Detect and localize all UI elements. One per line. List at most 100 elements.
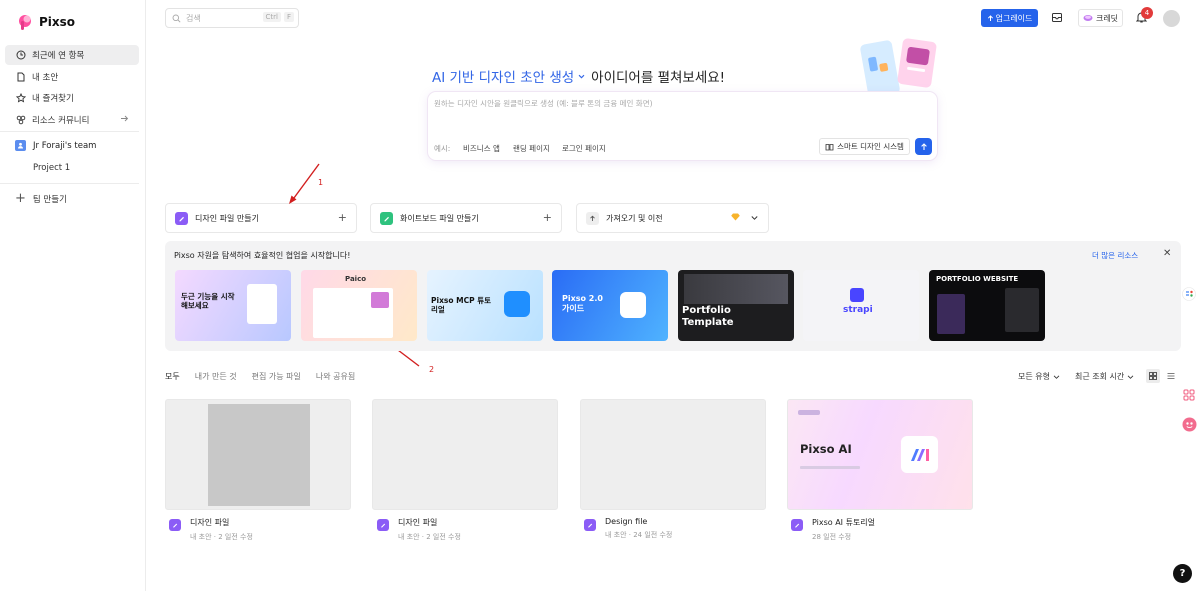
resource-card[interactable]: Paico xyxy=(301,270,417,341)
search-shortcut: Ctrl F xyxy=(262,12,294,22)
whiteboard-icon xyxy=(380,211,393,225)
file-text: Pixso AI 튜토리얼 28 일전 수정 xyxy=(812,517,875,542)
import-button[interactable]: 가져오기 및 이전 xyxy=(576,203,769,233)
resource-card-title: strapi xyxy=(843,305,873,315)
upgrade-button[interactable]: 업그레이드 xyxy=(981,9,1038,27)
credit-button[interactable]: 크레딧 xyxy=(1078,9,1123,27)
close-icon[interactable]: ✕ xyxy=(1163,248,1171,259)
file-item[interactable]: 디자인 파일 내 초안 · 2 일전 수정 xyxy=(377,517,461,542)
create-whiteboard-button[interactable]: 화이트보드 파일 만들기 + xyxy=(370,203,562,233)
file-meta: 내 초안 · 2 일전 수정 xyxy=(398,533,461,541)
sidebar-item-drafts[interactable]: 내 초안 xyxy=(5,67,139,87)
file-item[interactable]: Pixso AI 튜토리얼 28 일전 수정 xyxy=(791,517,875,542)
create-design-file-button[interactable]: 디자인 파일 만들기 + xyxy=(165,203,357,233)
grid-apps-icon[interactable] xyxy=(1181,387,1197,403)
grid-view-icon[interactable] xyxy=(1146,369,1160,383)
chevron-down-icon[interactable] xyxy=(750,214,759,224)
help-button[interactable]: ? xyxy=(1173,564,1192,583)
google-extension-icon[interactable] xyxy=(1181,286,1197,302)
file-name: Design file xyxy=(605,517,648,526)
resource-card-image xyxy=(937,294,965,334)
design-file-icon xyxy=(175,211,188,225)
hero-title: AI 기반 디자인 초안 생성 아이디어를 펼쳐보세요! xyxy=(432,66,725,86)
sidebar: Pixso 최근에 연 항목 내 초안 내 즐겨찾기 리소스 커뮤니티 Jr F… xyxy=(0,0,146,591)
tab-all[interactable]: 모두 xyxy=(165,371,180,382)
import-icon xyxy=(586,211,599,225)
inbox-icon[interactable] xyxy=(1050,10,1064,24)
sidebar-item-recent[interactable]: 최근에 연 항목 xyxy=(5,45,139,65)
annotation-label: 1 xyxy=(318,178,324,187)
annotation-arrow xyxy=(290,163,320,203)
file-name: 디자인 파일 xyxy=(190,518,230,527)
pixso-logo[interactable]: Pixso xyxy=(16,13,75,31)
sidebar-item-label: 최근에 연 항목 xyxy=(32,51,85,61)
community-icon xyxy=(15,114,26,125)
pixso-ai-icon xyxy=(901,436,938,473)
file-thumbnail[interactable] xyxy=(372,399,558,510)
file-meta: 내 초안 · 24 일전 수정 xyxy=(605,531,673,539)
resource-card[interactable]: 두근 기능을 시작해보세요 xyxy=(175,270,291,341)
team-name: Jr Foraji's team xyxy=(33,140,97,151)
book-icon xyxy=(825,143,834,150)
resource-card-title: 두근 기능을 시작해보세요 xyxy=(181,292,235,310)
resource-card-title: Portfolio Template xyxy=(682,305,734,328)
sidebar-item-label: 리소스 커뮤니티 xyxy=(32,115,90,126)
prompt-input[interactable]: 원하는 디자인 시안을 원클릭으로 생성 (예: 블루 톤의 금융 메인 화면) xyxy=(434,98,653,109)
file-thumb-title: Pixso AI xyxy=(800,442,852,456)
resource-card[interactable]: Pixso 2.0 가이드 xyxy=(552,270,668,341)
tab-shared-with-me[interactable]: 나와 공유됨 xyxy=(316,371,355,382)
chevron-down-icon[interactable] xyxy=(577,72,586,81)
sidebar-project[interactable]: Project 1 xyxy=(33,163,70,173)
resource-card-image xyxy=(684,274,788,304)
file-preview-image xyxy=(798,410,820,415)
file-thumbnail[interactable]: Pixso AI xyxy=(787,399,973,510)
hero-subtitle: 아이디어를 펼쳐보세요! xyxy=(591,70,726,86)
search-input[interactable]: 검색 Ctrl F xyxy=(165,8,299,28)
sidebar-item-favorites[interactable]: 내 즐겨찾기 xyxy=(5,88,139,108)
sidebar-nav: 최근에 연 항목 내 초안 내 즐겨찾기 리소스 커뮤니티 xyxy=(5,45,139,131)
resources-panel: Pixso 자원을 탐색하여 효율적인 협업을 시작합니다! 더 많은 리소스 … xyxy=(165,241,1181,351)
list-view-icon[interactable] xyxy=(1164,369,1178,383)
resource-card-image xyxy=(1005,288,1039,332)
resource-card-title: PORTFOLIO WEBSITE xyxy=(936,275,1019,283)
app-name: Pixso xyxy=(39,15,76,29)
hero-illustration-icon xyxy=(858,38,938,98)
example-chip[interactable]: 로그인 페이지 xyxy=(562,143,606,154)
sidebar-divider xyxy=(0,131,139,132)
sort-dropdown[interactable]: 최근 조회 시간 xyxy=(1075,371,1134,382)
design-file-icon xyxy=(169,519,181,531)
file-item[interactable]: Design file 내 초안 · 24 일전 수정 xyxy=(584,517,672,540)
more-resources-link[interactable]: 더 많은 리소스 xyxy=(1092,250,1138,261)
strapi-logo-icon xyxy=(850,288,864,302)
type-filter-label: 모든 유형 xyxy=(1018,372,1050,381)
credit-label: 크레딧 xyxy=(1095,13,1119,23)
chevron-down-icon xyxy=(1053,374,1060,379)
create-design-label: 디자인 파일 만들기 xyxy=(195,213,259,223)
send-button[interactable] xyxy=(915,138,932,155)
file-thumbnail[interactable] xyxy=(580,399,766,510)
ai-prompt-box[interactable]: 원하는 디자인 시안을 원클릭으로 생성 (예: 블루 톤의 금융 메인 화면)… xyxy=(428,92,937,160)
upgrade-label: 업그레이드 xyxy=(995,13,1033,23)
example-chip[interactable]: 랜딩 페이지 xyxy=(513,143,550,154)
clock-icon xyxy=(15,50,26,61)
avatar[interactable] xyxy=(1163,10,1180,27)
file-item[interactable]: 디자인 파일 내 초안 · 2 일전 수정 xyxy=(169,517,253,542)
resource-card-image xyxy=(371,292,389,308)
assistant-icon[interactable] xyxy=(1181,416,1197,432)
example-chip[interactable]: 비즈니스 앱 xyxy=(463,143,500,154)
file-text: 디자인 파일 내 초안 · 2 일전 수정 xyxy=(398,517,461,542)
type-filter-dropdown[interactable]: 모든 유형 xyxy=(1018,371,1060,382)
resource-card[interactable]: PORTFOLIO WEBSITE xyxy=(929,270,1045,341)
create-whiteboard-label: 화이트보드 파일 만들기 xyxy=(400,213,479,223)
sidebar-team[interactable]: Jr Foraji's team xyxy=(15,140,96,151)
create-team-button[interactable]: + 팀 만들기 xyxy=(15,192,67,205)
resource-card[interactable]: strapi xyxy=(803,270,919,341)
tab-created-by-me[interactable]: 내가 만든 것 xyxy=(195,371,237,382)
tab-editable[interactable]: 편집 가능 파일 xyxy=(252,371,301,382)
file-thumbnail[interactable] xyxy=(165,399,351,510)
resource-card[interactable]: Pixso MCP 튜토리얼 xyxy=(427,270,543,341)
ai-generate-dropdown[interactable]: AI 기반 디자인 초안 생성 xyxy=(432,66,574,86)
resource-card[interactable]: Portfolio Template xyxy=(678,270,794,341)
sidebar-item-community[interactable]: 리소스 커뮤니티 xyxy=(5,110,139,130)
smart-design-system-button[interactable]: 스마트 디자인 시스템 xyxy=(819,138,910,155)
